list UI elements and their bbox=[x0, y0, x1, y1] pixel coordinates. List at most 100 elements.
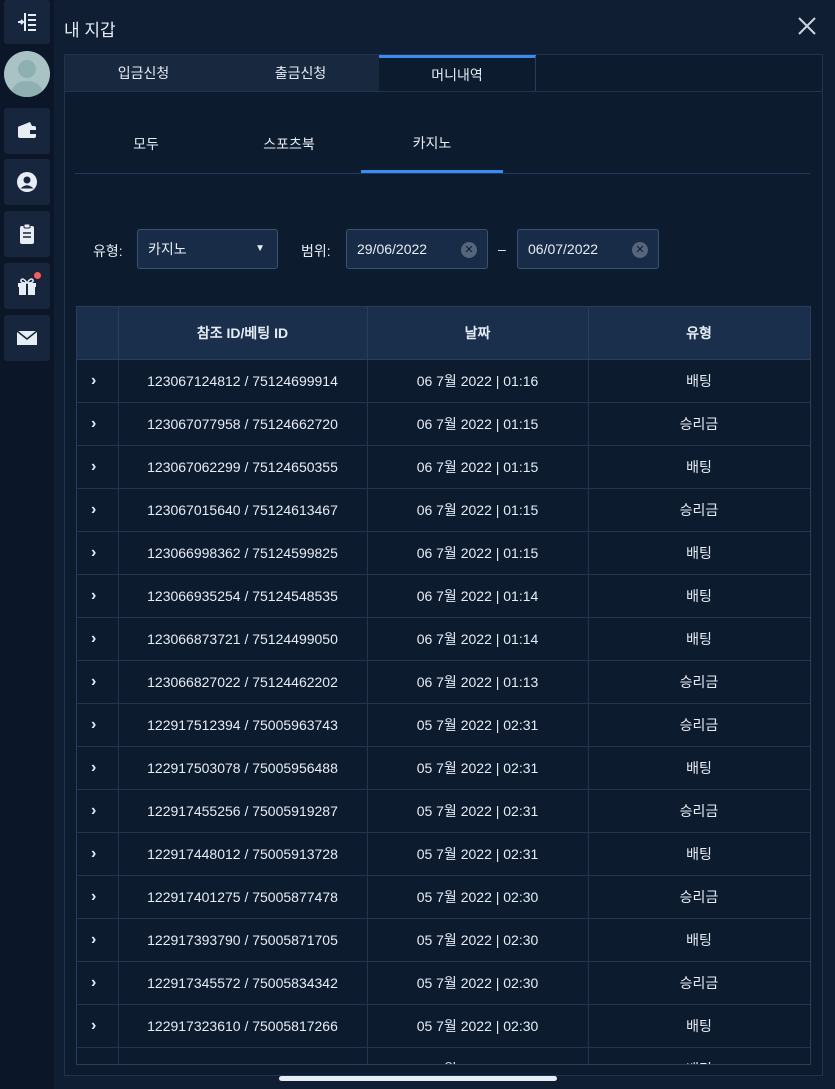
table-row[interactable]: ›122807280949 / 7491769980104 7월 2022 | … bbox=[77, 1047, 810, 1064]
chevron-right-icon[interactable]: › bbox=[77, 445, 119, 489]
row-date-cell: 05 7월 2022 | 02:31 bbox=[367, 832, 589, 876]
column-header-expand bbox=[77, 307, 119, 360]
subtab-casino[interactable]: 카지노 bbox=[361, 115, 503, 173]
tab-money-history[interactable]: 머니내역 bbox=[379, 55, 536, 91]
wallet-button[interactable] bbox=[4, 108, 50, 154]
range-filter-label: 범위: bbox=[301, 243, 331, 259]
chevron-right-icon[interactable]: › bbox=[77, 875, 119, 919]
subtab-all[interactable]: 모두 bbox=[75, 115, 217, 173]
row-id-cell: 122807280949 / 74917699801 bbox=[118, 1047, 368, 1064]
row-type-cell: 배팅 bbox=[588, 918, 810, 962]
date-from-field[interactable]: 29/06/2022 ✕ bbox=[346, 229, 488, 269]
row-id-cell: 122917448012 / 75005913728 bbox=[118, 832, 368, 876]
row-id-cell: 123067062299 / 75124650355 bbox=[118, 445, 368, 489]
date-from-value: 29/06/2022 bbox=[357, 241, 428, 257]
row-id-cell: 122917512394 / 75005963743 bbox=[118, 703, 368, 747]
type-filter-label: 유형: bbox=[93, 243, 123, 259]
wallet-panel: 입금신청 출금신청 머니내역 모두 스포츠북 카지노 유형: 카지노 ▼ 범위:… bbox=[64, 54, 823, 1076]
row-date-cell: 05 7월 2022 | 02:30 bbox=[367, 875, 589, 919]
sub-tabs: 모두 스포츠북 카지노 bbox=[75, 115, 810, 174]
chevron-right-icon[interactable]: › bbox=[77, 746, 119, 790]
table-row[interactable]: › 122917401275 / 75005877478 05 7월 2022 | … bbox=[77, 875, 810, 919]
chevron-right-icon[interactable]: › bbox=[77, 1047, 119, 1064]
sidebar bbox=[0, 0, 54, 1089]
chevron-right-icon[interactable]: › bbox=[77, 402, 119, 446]
tab-withdraw[interactable]: 출금신청 bbox=[222, 55, 380, 91]
column-header-id: 참조 ID/베팅 ID bbox=[118, 307, 368, 360]
date-to-field[interactable]: 06/07/2022 ✕ bbox=[517, 229, 659, 269]
table-row[interactable]: › 122917345572 / 75005834342 05 7월 2022 | … bbox=[77, 961, 810, 1005]
notification-dot bbox=[34, 272, 41, 279]
row-type-cell: 승리금 bbox=[588, 961, 810, 1005]
table-row[interactable]: › 123066935254 / 75124548535 06 7월 2022 | … bbox=[77, 574, 810, 618]
table-row[interactable]: › 122917448012 / 75005913728 05 7월 2022 | … bbox=[77, 832, 810, 876]
table-row[interactable]: › 122917512394 / 75005963743 05 7월 2022 | … bbox=[77, 703, 810, 747]
close-icon[interactable] bbox=[795, 14, 819, 38]
row-date-cell: 06 7월 2022 | 01:15 bbox=[367, 488, 589, 532]
chevron-right-icon[interactable]: › bbox=[77, 832, 119, 876]
avatar[interactable] bbox=[4, 51, 50, 97]
gift-button[interactable] bbox=[4, 263, 50, 309]
clear-date-from-icon[interactable]: ✕ bbox=[461, 242, 477, 258]
chevron-right-icon[interactable]: › bbox=[77, 1004, 119, 1048]
row-type-cell: 승리금 bbox=[588, 488, 810, 532]
row-id-cell: 123066935254 / 75124548535 bbox=[118, 574, 368, 618]
chevron-right-icon[interactable]: › bbox=[77, 574, 119, 618]
row-date-cell: 06 7월 2022 | 01:14 bbox=[367, 617, 589, 661]
table-row[interactable]: › 122917393790 / 75005871705 05 7월 2022 | … bbox=[77, 918, 810, 962]
table-row[interactable]: › 122917503078 / 75005956488 05 7월 2022 | … bbox=[77, 746, 810, 790]
collapse-menu-button[interactable] bbox=[4, 0, 50, 44]
table-row[interactable]: › 123067124812 / 75124699914 06 7월 2022 | … bbox=[77, 359, 810, 403]
row-date-cell: 05 7월 2022 | 02:30 bbox=[367, 918, 589, 962]
history-table-wrap[interactable]: 참조 ID/베팅 ID 날짜 유형 › 123067124812 / 751246… bbox=[76, 306, 811, 1065]
history-button[interactable] bbox=[4, 211, 50, 257]
type-select[interactable]: 카지노 ▼ bbox=[137, 229, 278, 269]
chevron-right-icon[interactable]: › bbox=[77, 961, 119, 1005]
table-row[interactable]: › 123066827022 / 75124462202 06 7월 2022 | … bbox=[77, 660, 810, 704]
table-row[interactable]: › 122917323610 / 75005817266 05 7월 2022 | … bbox=[77, 1004, 810, 1048]
table-row[interactable]: › 123066873721 / 75124499050 06 7월 2022 | … bbox=[77, 617, 810, 661]
row-type-cell: 승리금 bbox=[588, 789, 810, 833]
row-type-cell: 배팅 bbox=[588, 746, 810, 790]
mail-button[interactable] bbox=[4, 315, 50, 361]
mail-icon bbox=[16, 330, 38, 345]
row-date-cell: 06 7월 2022 | 01:14 bbox=[367, 574, 589, 618]
chevron-right-icon[interactable]: › bbox=[77, 660, 119, 704]
table-row[interactable]: › 123067062299 / 75124650355 06 7월 2022 | … bbox=[77, 445, 810, 489]
chevron-right-icon[interactable]: › bbox=[77, 531, 119, 575]
type-select-value: 카지노 bbox=[148, 241, 187, 257]
row-type-cell: 배팅 bbox=[588, 445, 810, 489]
subtab-sportsbook[interactable]: 스포츠북 bbox=[218, 115, 360, 173]
chevron-right-icon[interactable]: › bbox=[77, 703, 119, 747]
profile-button[interactable] bbox=[4, 159, 50, 205]
row-type-cell: 배팅 bbox=[588, 832, 810, 876]
row-id-cell: 123067124812 / 75124699914 bbox=[118, 359, 368, 403]
column-header-type: 유형 bbox=[588, 307, 810, 360]
chevron-right-icon[interactable]: › bbox=[77, 617, 119, 661]
table-row[interactable]: › 123067015640 / 75124613467 06 7월 2022 | … bbox=[77, 488, 810, 532]
table-row[interactable]: › 122917455256 / 75005919287 05 7월 2022 | … bbox=[77, 789, 810, 833]
row-date-cell: 04 7월 2022 | 07:56 bbox=[367, 1047, 589, 1064]
row-date-cell: 05 7월 2022 | 02:31 bbox=[367, 703, 589, 747]
chevron-right-icon[interactable]: › bbox=[77, 789, 119, 833]
row-id-cell: 123067077958 / 75124662720 bbox=[118, 402, 368, 446]
table-row[interactable]: › 123066998362 / 75124599825 06 7월 2022 | … bbox=[77, 531, 810, 575]
row-type-cell: 배팅 bbox=[588, 574, 810, 618]
chevron-right-icon[interactable]: › bbox=[77, 488, 119, 532]
chevron-right-icon[interactable]: › bbox=[77, 918, 119, 962]
row-type-cell: 배팅 bbox=[588, 531, 810, 575]
row-type-cell: 배팅 bbox=[588, 1004, 810, 1048]
tab-deposit[interactable]: 입금신청 bbox=[65, 55, 223, 91]
row-date-cell: 05 7월 2022 | 02:31 bbox=[367, 789, 589, 833]
clear-date-to-icon[interactable]: ✕ bbox=[632, 242, 648, 258]
user-circle-icon bbox=[17, 172, 37, 192]
main-tabs: 입금신청 출금신청 머니내역 bbox=[65, 55, 822, 92]
row-date-cell: 05 7월 2022 | 02:30 bbox=[367, 961, 589, 1005]
user-avatar-icon bbox=[10, 60, 44, 97]
collapse-menu-icon bbox=[18, 13, 36, 31]
chevron-right-icon[interactable]: › bbox=[77, 359, 119, 403]
table-row[interactable]: › 123067077958 / 75124662720 06 7월 2022 | … bbox=[77, 402, 810, 446]
row-type-cell: 승리금 bbox=[588, 703, 810, 747]
table-header-row: 참조 ID/베팅 ID 날짜 유형 bbox=[77, 307, 810, 360]
row-type-cell: 배팅 bbox=[588, 359, 810, 403]
